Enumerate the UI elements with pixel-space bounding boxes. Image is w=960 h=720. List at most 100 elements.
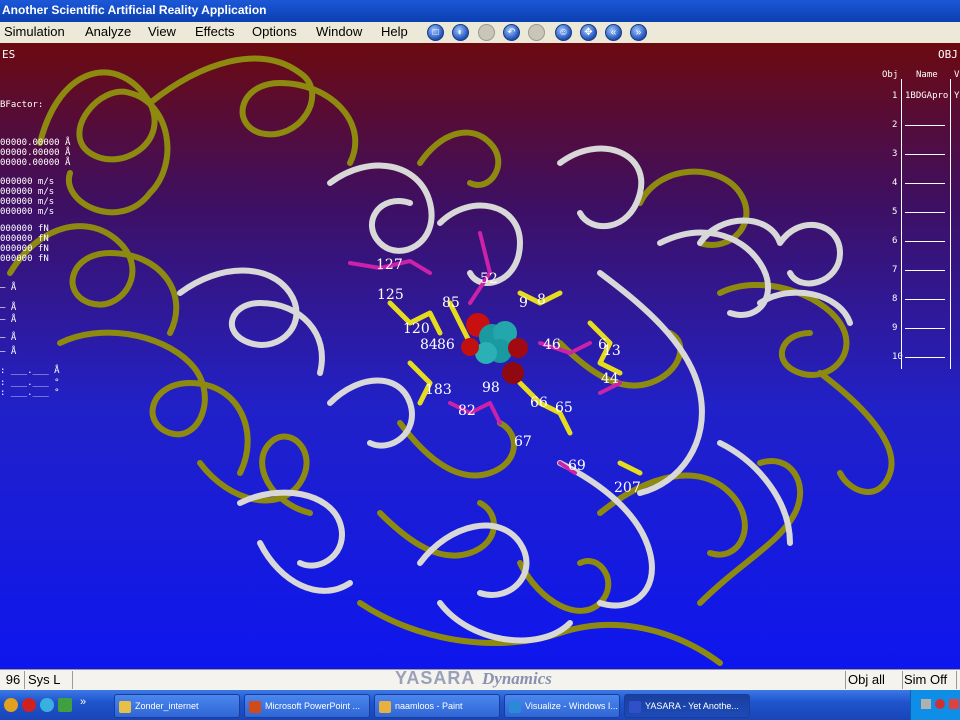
residue-label: 127 <box>376 257 403 273</box>
object-panel-header: OBJ <box>938 48 958 61</box>
force-value: 000000 fN <box>0 224 49 234</box>
menu-effects[interactable]: Effects <box>195 24 235 39</box>
column-header-v: V <box>954 70 960 80</box>
velocity-value: 000000 m/s <box>0 207 55 217</box>
object-row-number: 3 <box>892 149 898 159</box>
system-tray <box>910 690 960 720</box>
menu-view[interactable]: View <box>148 24 176 39</box>
residue-label: 9 <box>519 295 528 311</box>
object-row-number: 1 <box>892 91 898 101</box>
taskbar: » Zonder_internet Microsoft PowerPoint .… <box>0 690 960 720</box>
object-row-visible[interactable]: Y <box>954 91 959 101</box>
position-value: 00000.00000 Å <box>0 138 71 148</box>
force-value: 000000 fN <box>0 254 49 264</box>
browser-icon <box>509 700 521 713</box>
object-row-number: 4 <box>892 178 898 188</box>
menu-simulation[interactable]: Simulation <box>4 24 65 39</box>
misc-row: : ___.___ Å <box>0 366 60 376</box>
chevron-right-icon[interactable]: » <box>80 696 86 708</box>
molecule-viewport[interactable]: 127 125 85 120 84 86 52 9 8 46 6 13 44 1… <box>0 43 960 669</box>
residue-label: 85 <box>442 295 460 311</box>
menu-options[interactable]: Options <box>252 24 297 39</box>
bond-row: — Å <box>0 283 17 293</box>
redo-icon[interactable] <box>528 24 545 41</box>
taskbar-item[interactable]: Microsoft PowerPoint ... <box>244 694 370 718</box>
velocity-value: 000000 m/s <box>0 187 55 197</box>
status-bar: 96 Sys L YASARA Dynamics Obj all Sim Off <box>0 668 960 691</box>
velocity-value: 000000 m/s <box>0 177 55 187</box>
residue-label: 13 <box>603 343 621 359</box>
object-row-number: 9 <box>892 323 898 333</box>
menu-window[interactable]: Window <box>316 24 362 39</box>
residue-label: 44 <box>601 371 619 387</box>
residue-label: 69 <box>568 458 586 474</box>
face-icon[interactable]: ☺ <box>555 24 572 41</box>
taskbar-item[interactable]: Visualize - Windows I... <box>504 694 620 718</box>
save-icon[interactable] <box>478 24 495 41</box>
object-row-number: 2 <box>892 120 898 130</box>
paint-icon <box>379 700 391 713</box>
taskbar-item-active[interactable]: YASARA - Yet Anothe... <box>624 694 750 718</box>
empty-row-line <box>905 328 945 329</box>
object-row-number: 7 <box>892 265 898 275</box>
logo-yasara-text: YASARA <box>395 668 476 688</box>
residue-label: 84 <box>420 337 438 353</box>
residue-label: 98 <box>482 380 500 396</box>
bond-row: — Å <box>0 303 17 313</box>
column-divider <box>950 79 951 369</box>
empty-row-line <box>905 183 945 184</box>
misc-row: : ___.___ ° <box>0 388 60 398</box>
quicklaunch-icon[interactable] <box>40 698 54 712</box>
taskbar-item[interactable]: naamloos - Paint <box>374 694 500 718</box>
status-sim[interactable]: Sim Off <box>902 671 957 689</box>
residue-label: 66 <box>530 395 548 411</box>
powerpoint-icon <box>249 700 261 713</box>
quicklaunch-icon[interactable] <box>4 698 18 712</box>
window-title: Another Scientific Artificial Reality Ap… <box>2 3 267 17</box>
rewind-icon[interactable]: « <box>605 24 622 41</box>
force-value: 000000 fN <box>0 244 49 254</box>
status-obj[interactable]: Obj all <box>845 671 903 689</box>
column-header-obj: Obj <box>882 70 899 80</box>
logo-dynamics-text: Dynamics <box>482 669 552 688</box>
residue-label: 183 <box>425 382 452 398</box>
tray-icon[interactable] <box>949 699 959 709</box>
object-row-name[interactable]: 1BDGApro <box>905 91 948 101</box>
empty-row-line <box>905 299 945 300</box>
residue-label: 125 <box>377 287 404 303</box>
undo-icon[interactable]: ↶ <box>503 24 520 41</box>
forward-icon[interactable]: » <box>630 24 647 41</box>
residue-label: 86 <box>437 337 455 353</box>
empty-row-line <box>905 270 945 271</box>
position-value: 00000.00000 Å <box>0 158 71 168</box>
tray-icon[interactable] <box>921 699 931 709</box>
quicklaunch-icon[interactable] <box>22 698 36 712</box>
empty-row-line <box>905 125 945 126</box>
misc-row: : ___.___ ° <box>0 378 60 388</box>
status-sys[interactable]: Sys L <box>26 671 73 689</box>
empty-row-line <box>905 212 945 213</box>
tray-icon[interactable] <box>935 699 945 709</box>
empty-row-line <box>905 357 945 358</box>
menu-help[interactable]: Help <box>381 24 408 39</box>
new-icon[interactable]: □ <box>427 24 444 41</box>
column-header-name: Name <box>916 70 938 80</box>
residue-label: 120 <box>403 321 430 337</box>
left-panel-header: ES <box>2 48 16 61</box>
force-value: 000000 fN <box>0 234 49 244</box>
taskbar-item[interactable]: Zonder_internet <box>114 694 240 718</box>
empty-row-line <box>905 241 945 242</box>
quicklaunch-icon[interactable] <box>58 698 72 712</box>
menu-analyze[interactable]: Analyze <box>85 24 131 39</box>
residue-label: 207 <box>614 480 641 496</box>
empty-row-line <box>905 154 945 155</box>
object-row-number: 5 <box>892 207 898 217</box>
bond-row: — Å <box>0 315 17 325</box>
bond-row: — Å <box>0 333 17 343</box>
move-icon[interactable]: ✥ <box>580 24 597 41</box>
folder-icon <box>119 700 131 713</box>
yasara-icon <box>629 700 641 713</box>
title-bar[interactable]: Another Scientific Artificial Reality Ap… <box>0 0 960 22</box>
open-icon[interactable]: ◐ <box>452 24 469 41</box>
residue-label: 82 <box>458 403 476 419</box>
